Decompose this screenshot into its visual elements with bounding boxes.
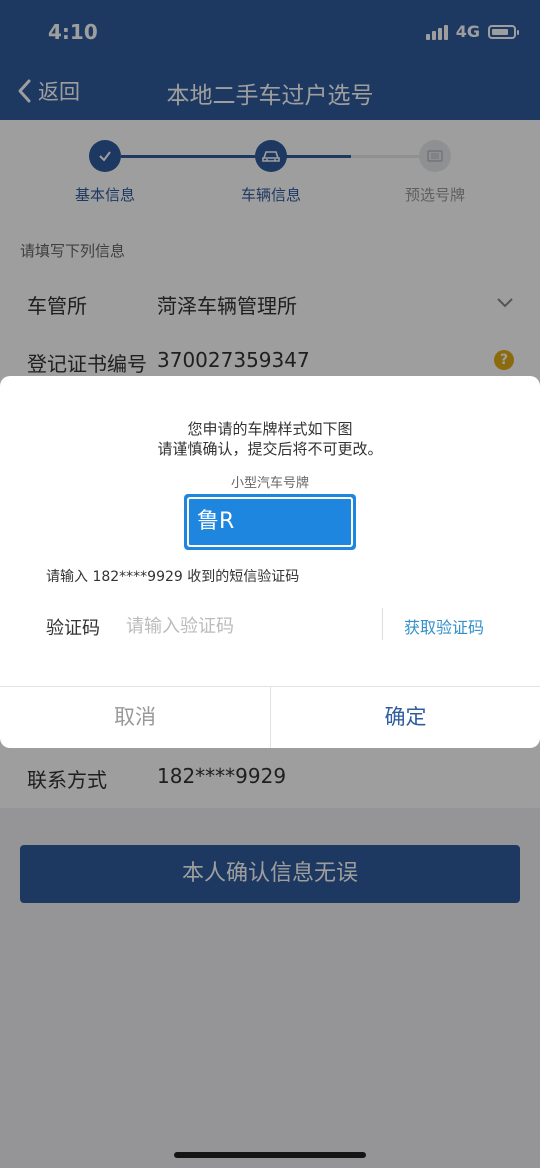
code-label: 验证码 <box>46 618 100 639</box>
plate-confirm-dialog: 您申请的车牌样式如下图 请谨慎确认，提交后将不可更改。 小型汽车号牌 鲁R 请输… <box>0 376 540 748</box>
cancel-button[interactable]: 取消 <box>0 687 270 748</box>
divider <box>382 608 383 640</box>
license-plate-preview: 鲁R <box>184 494 356 550</box>
plate-text: 鲁R <box>187 497 353 547</box>
sms-hint: 请输入 182****9929 收到的短信验证码 <box>46 569 300 585</box>
dialog-message-line2: 请谨慎确认，提交后将不可更改。 <box>157 440 383 458</box>
confirm-button[interactable]: 确定 <box>271 687 540 748</box>
plate-type-label: 小型汽车号牌 <box>230 476 309 491</box>
verification-code-input[interactable] <box>126 608 366 644</box>
get-code-button[interactable]: 获取验证码 <box>404 614 484 638</box>
dialog-message-line1: 您申请的车牌样式如下图 <box>187 420 353 438</box>
